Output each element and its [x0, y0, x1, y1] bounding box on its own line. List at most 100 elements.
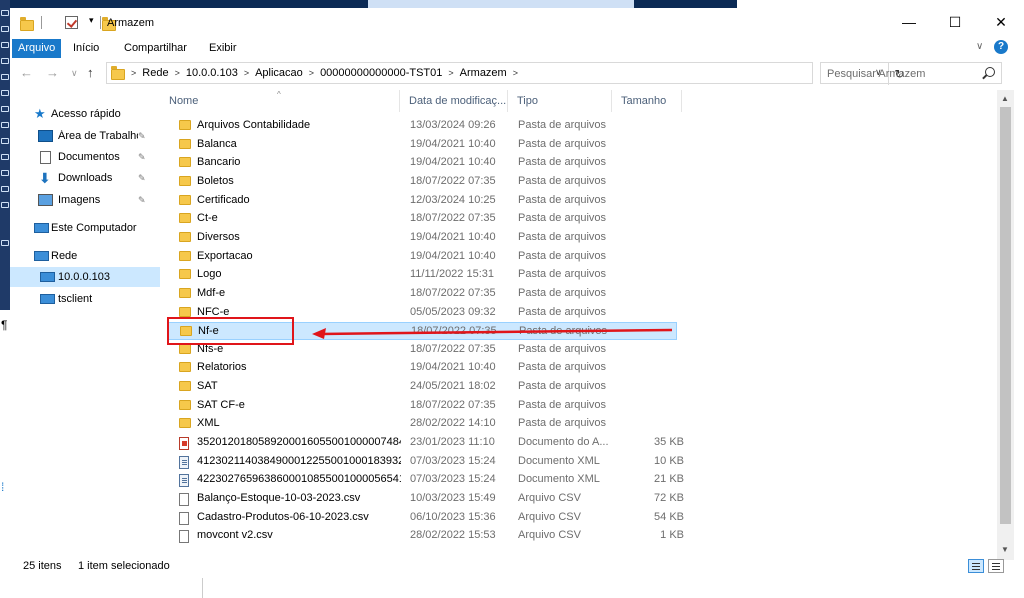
column-header-name[interactable]: Nome ^ [160, 90, 400, 112]
background-app-fragment: ¶ ⁞ [0, 310, 10, 598]
tab-inicio[interactable]: Início [67, 39, 105, 58]
taskbar-app-icon[interactable] [1, 10, 9, 16]
title-separator [41, 16, 42, 29]
taskbar-app-icon[interactable] [1, 74, 9, 80]
minimize-button[interactable]: — [886, 8, 932, 36]
table-row[interactable]: XML 28/02/2022 14:10 Pasta de arquivos [168, 415, 677, 433]
table-row[interactable]: Bancario 19/04/2021 10:40 Pasta de arquivo… [168, 154, 677, 172]
maximize-button[interactable]: ☐ [932, 8, 978, 36]
help-button[interactable]: ? [994, 40, 1008, 54]
search-box[interactable] [820, 62, 1002, 84]
breadcrumb-separator[interactable]: > [513, 68, 518, 78]
nav-item-desktop[interactable]: Área de Trabalho ✎ [10, 126, 160, 146]
chevron-down-icon[interactable]: ▾ [89, 15, 94, 26]
nav-item-documents[interactable]: Documentos ✎ [10, 147, 160, 167]
large-icons-view-button[interactable] [988, 559, 1004, 573]
table-row[interactable]: Ct-e 18/07/2022 07:35 Pasta de arquivos [168, 210, 677, 228]
table-row[interactable]: Boletos 18/07/2022 07:35 Pasta de arquivos [168, 173, 677, 191]
properties-icon[interactable] [65, 16, 79, 29]
table-row[interactable]: Certificado 12/03/2024 10:25 Pasta de arqu… [168, 192, 677, 210]
nav-item-this-pc[interactable]: Este Computador [10, 218, 160, 238]
breadcrumb-separator[interactable]: > [309, 68, 314, 78]
table-row[interactable]: Exportacao 19/04/2021 10:40 Pasta de arqui… [168, 248, 677, 266]
table-row[interactable]: 412302114038490001225500100018393213... 0… [168, 453, 684, 471]
breadcrumb-separator[interactable]: > [448, 68, 453, 78]
table-row[interactable]: Logo 11/11/2022 15:31 Pasta de arquivos [168, 266, 677, 284]
breadcrumb-tst01[interactable]: 00000000000000-TST01 [320, 67, 442, 79]
breadcrumb-rede[interactable]: Rede [142, 67, 168, 79]
details-view-button[interactable] [968, 559, 984, 573]
taskbar-app-icon[interactable] [1, 42, 9, 48]
cell-type: Pasta de arquivos [518, 174, 607, 187]
breadcrumb-aplicacao[interactable]: Aplicacao [255, 67, 303, 79]
tab-arquivo[interactable]: Arquivo [12, 39, 62, 58]
breadcrumb-separator[interactable]: > [244, 68, 249, 78]
scroll-down-icon[interactable]: ▼ [1001, 545, 1009, 554]
remote-session-tab [368, 0, 634, 8]
expand-ribbon-icon[interactable]: ∨ [976, 41, 983, 52]
tab-compartilhar[interactable]: Compartilhar [118, 39, 193, 58]
table-row[interactable]: Relatorios 19/04/2021 10:40 Pasta de arqui… [168, 359, 677, 377]
taskbar-app-icon[interactable] [1, 186, 9, 192]
column-header-size[interactable]: Tamanho [612, 90, 682, 112]
cell-type: Pasta de arquivos [518, 137, 607, 150]
pin-icon[interactable]: ✎ [138, 152, 146, 163]
table-row[interactable]: 35201201805892000160550010000074841O... 2… [168, 434, 684, 452]
breadcrumb-separator[interactable]: > [131, 68, 136, 78]
cell-date: 24/05/2021 18:02 [410, 380, 496, 393]
table-row[interactable]: Balanço-Estoque-10-03-2023.csv 10/03/2023… [168, 490, 684, 508]
table-row[interactable]: Balanca 19/04/2021 10:40 Pasta de arquivos [168, 136, 677, 154]
nav-item-tsclient[interactable]: tsclient [10, 289, 160, 309]
pin-icon[interactable]: ✎ [138, 131, 146, 142]
breadcrumb-armazem[interactable]: Armazem [460, 67, 507, 79]
nav-item-network[interactable]: Rede [10, 246, 160, 266]
computer-icon [34, 223, 49, 233]
taskbar-app-icon[interactable] [1, 106, 9, 112]
column-header-type[interactable]: Tipo [508, 90, 612, 112]
close-button[interactable]: ✕ [978, 8, 1024, 36]
table-row[interactable]: 422302765963860001085500100005654181... 0… [168, 471, 684, 489]
breadcrumb-host[interactable]: 10.0.0.103 [186, 67, 238, 79]
table-row[interactable]: Arquivos Contabilidade 13/03/2024 09:26 Pa… [168, 117, 677, 135]
table-row[interactable]: movcont v2.csv 28/02/2022 15:53 Arquivo CS… [168, 527, 684, 545]
up-arrow-icon[interactable]: ↑ [87, 65, 94, 80]
taskbar-app-icon[interactable] [1, 154, 9, 160]
taskbar-app-icon[interactable] [1, 58, 9, 64]
file-icon [179, 511, 189, 525]
nav-item-downloads[interactable]: ⬇ Downloads ✎ [10, 168, 160, 188]
pin-icon[interactable]: ✎ [138, 173, 146, 184]
address-bar[interactable]: > Rede > 10.0.0.103 > Aplicacao > 000000… [106, 62, 905, 85]
table-row[interactable]: SAT 24/05/2021 18:02 Pasta de arquivos [168, 378, 677, 396]
taskbar-app-icon[interactable] [1, 240, 9, 246]
cell-name: Diversos [197, 230, 240, 243]
nav-item-quick-access[interactable]: ★ Acesso rápido [10, 104, 160, 124]
cell-name: Relatorios [197, 361, 247, 374]
taskbar-app-icon[interactable] [1, 122, 9, 128]
table-row[interactable]: Diversos 19/04/2021 10:40 Pasta de arquivo… [168, 229, 677, 247]
table-row[interactable]: Cadastro-Produtos-06-10-2023.csv 06/10/20… [168, 509, 684, 527]
taskbar-app-icon[interactable] [1, 170, 9, 176]
recent-locations-icon[interactable]: ∨ [71, 68, 78, 79]
nav-item-pictures[interactable]: Imagens ✎ [10, 190, 160, 210]
taskbar-app-icon[interactable] [1, 90, 9, 96]
table-row[interactable]: Mdf-e 18/07/2022 07:35 Pasta de arquivos [168, 285, 677, 303]
taskbar-app-icon[interactable] [1, 202, 9, 208]
search-icon[interactable] [985, 67, 995, 77]
taskbar-app-icon[interactable] [1, 26, 9, 32]
scroll-up-icon[interactable]: ▲ [1001, 94, 1009, 103]
taskbar-app-icon[interactable] [1, 138, 9, 144]
cell-name: Ct-e [197, 212, 218, 225]
remote-session-top-bar [10, 0, 737, 8]
scrollbar-thumb[interactable] [1000, 107, 1011, 524]
cell-date: 23/01/2023 11:10 [410, 436, 495, 449]
table-row[interactable]: SAT CF-e 18/07/2022 07:35 Pasta de arquivo… [168, 397, 677, 415]
tab-exibir[interactable]: Exibir [203, 39, 243, 58]
vertical-scrollbar[interactable]: ▲ ▼ [997, 90, 1014, 560]
back-arrow-icon[interactable]: ← [20, 65, 33, 80]
nav-item-host-10-0-0-103[interactable]: 10.0.0.103 [10, 267, 160, 287]
search-input[interactable] [827, 66, 977, 81]
forward-arrow-icon[interactable]: → [46, 65, 59, 80]
column-header-date[interactable]: Data de modificaç... [400, 90, 508, 112]
breadcrumb-separator[interactable]: > [175, 68, 180, 78]
pin-icon[interactable]: ✎ [138, 195, 146, 206]
